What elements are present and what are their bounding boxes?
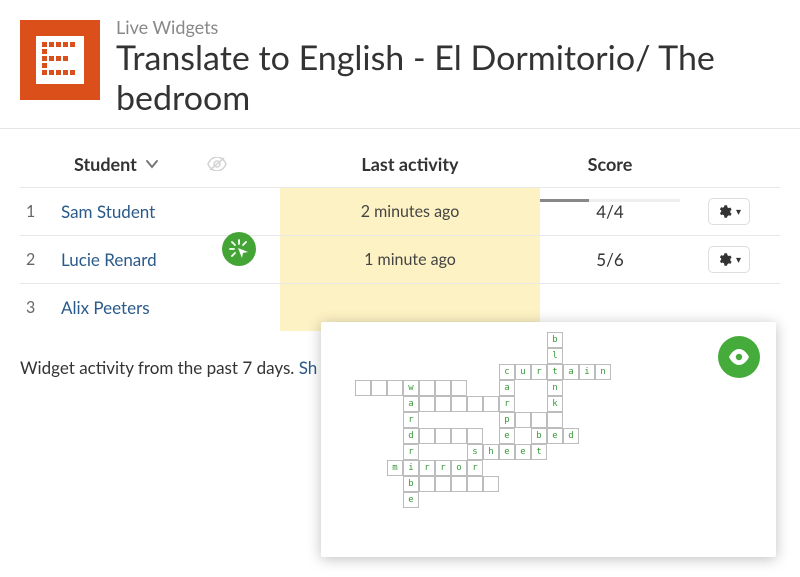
crossword-cell: r [403,444,419,460]
crossword-cell: n [595,364,611,380]
crossword-cell [435,396,451,412]
page-title: Translate to English - El Dormitorio/ Th… [116,38,780,118]
crossword-cell [451,428,467,444]
score: 5/6 [540,249,680,270]
activity-table: Student Last activity Score 1 Sam Student… [0,129,800,331]
crossword-cell: e [499,428,515,444]
caret-down-icon: ▾ [736,254,741,266]
last-activity: 2 minutes ago [280,188,540,235]
caret-down-icon: ▾ [736,206,741,218]
crossword-cell: n [547,380,563,396]
crossword-cell: u [515,364,531,380]
crossword-cell [451,476,467,492]
crossword-cell [467,428,483,444]
eye-slash-icon[interactable] [207,153,227,175]
crossword-cell: r [531,364,547,380]
row-number: 1 [20,202,50,221]
crossword-cell: o [451,460,467,476]
table-header-row: Student Last activity Score [20,143,780,187]
page-header: Live Widgets Translate to English - El D… [0,0,800,129]
crossword-cell [531,412,547,428]
crossword-cell: m [387,460,403,476]
crossword-cell: r [467,460,483,476]
last-activity: 1 minute ago [280,236,540,283]
cursor-click-icon [229,239,249,259]
crossword-cell: r [403,412,419,428]
crossword-cell: p [499,412,515,428]
crossword-cell: d [403,428,419,444]
crossword-cell [483,476,499,492]
crossword-grid: blcurtainwanarkrpdebedrsheetmirrorbe [355,332,755,508]
crossword-cell [483,396,499,412]
crossword-cell [419,380,435,396]
student-link[interactable]: Lucie Renard [61,249,157,270]
crossword-cell: s [467,444,483,460]
crossword-cell [547,412,563,428]
row-actions-button[interactable]: ▾ [708,246,750,273]
student-link[interactable]: Sam Student [61,201,155,222]
crossword-cell: e [515,444,531,460]
table-row: 1 Sam Student 2 minutes ago4/4 ▾ [20,187,780,235]
crossword-cell: t [531,444,547,460]
row-number: 2 [20,250,50,269]
crossword-cell: e [403,492,419,508]
crossword-cell [371,380,387,396]
crossword-cell: b [403,476,419,492]
crossword-cell [435,476,451,492]
row-number: 3 [20,298,50,317]
crossword-cell: c [499,364,515,380]
crossword-cell [467,476,483,492]
crossword-cell: r [499,396,515,412]
crossword-cell: r [435,460,451,476]
crossword-cell [387,380,403,396]
gear-icon [717,252,732,267]
crossword-cell [419,476,435,492]
crossword-cell: d [563,428,579,444]
crossword-cell: b [547,332,563,348]
crossword-cell: r [419,460,435,476]
crossword-cell: w [403,380,419,396]
table-row: 2 Lucie Renard 1 minute ago5/6 ▾ [20,235,780,283]
crossword-cell [451,396,467,412]
crossword-cell: i [579,364,595,380]
crossword-preview-popup: blcurtainwanarkrpdebedrsheetmirrorbe [321,322,776,557]
crossword-cell: e [547,428,563,444]
chevron-down-icon [145,153,159,175]
crossword-cell: h [483,444,499,460]
crossword-cell [419,428,435,444]
crossword-cell [435,428,451,444]
crossword-cell: t [547,364,563,380]
crossword-cell [451,380,467,396]
crossword-cell: k [547,396,563,412]
crossword-cell: l [547,348,563,364]
widget-icon [20,20,100,100]
breadcrumb[interactable]: Live Widgets [116,16,780,38]
gear-icon [717,204,732,219]
crossword-cell: a [403,396,419,412]
crossword-cell [467,396,483,412]
column-last-activity[interactable]: Last activity [280,153,540,175]
crossword-cell: a [563,364,579,380]
score: 4/4 [540,201,680,222]
crossword-cell [515,412,531,428]
column-score[interactable]: Score [540,153,680,175]
crossword-cell: i [403,460,419,476]
row-actions-button[interactable]: ▾ [708,198,750,225]
cursor-click-badge [222,232,256,266]
crossword-cell: e [499,444,515,460]
footer-link-fragment[interactable]: Sh [299,357,318,378]
student-link[interactable]: Alix Peeters [61,297,150,318]
crossword-cell [435,380,451,396]
crossword-cell [419,396,435,412]
progress-bar [540,199,680,202]
crossword-cell [355,380,371,396]
crossword-cell: a [499,380,515,396]
crossword-cell: b [531,428,547,444]
column-student[interactable]: Student [50,153,280,175]
